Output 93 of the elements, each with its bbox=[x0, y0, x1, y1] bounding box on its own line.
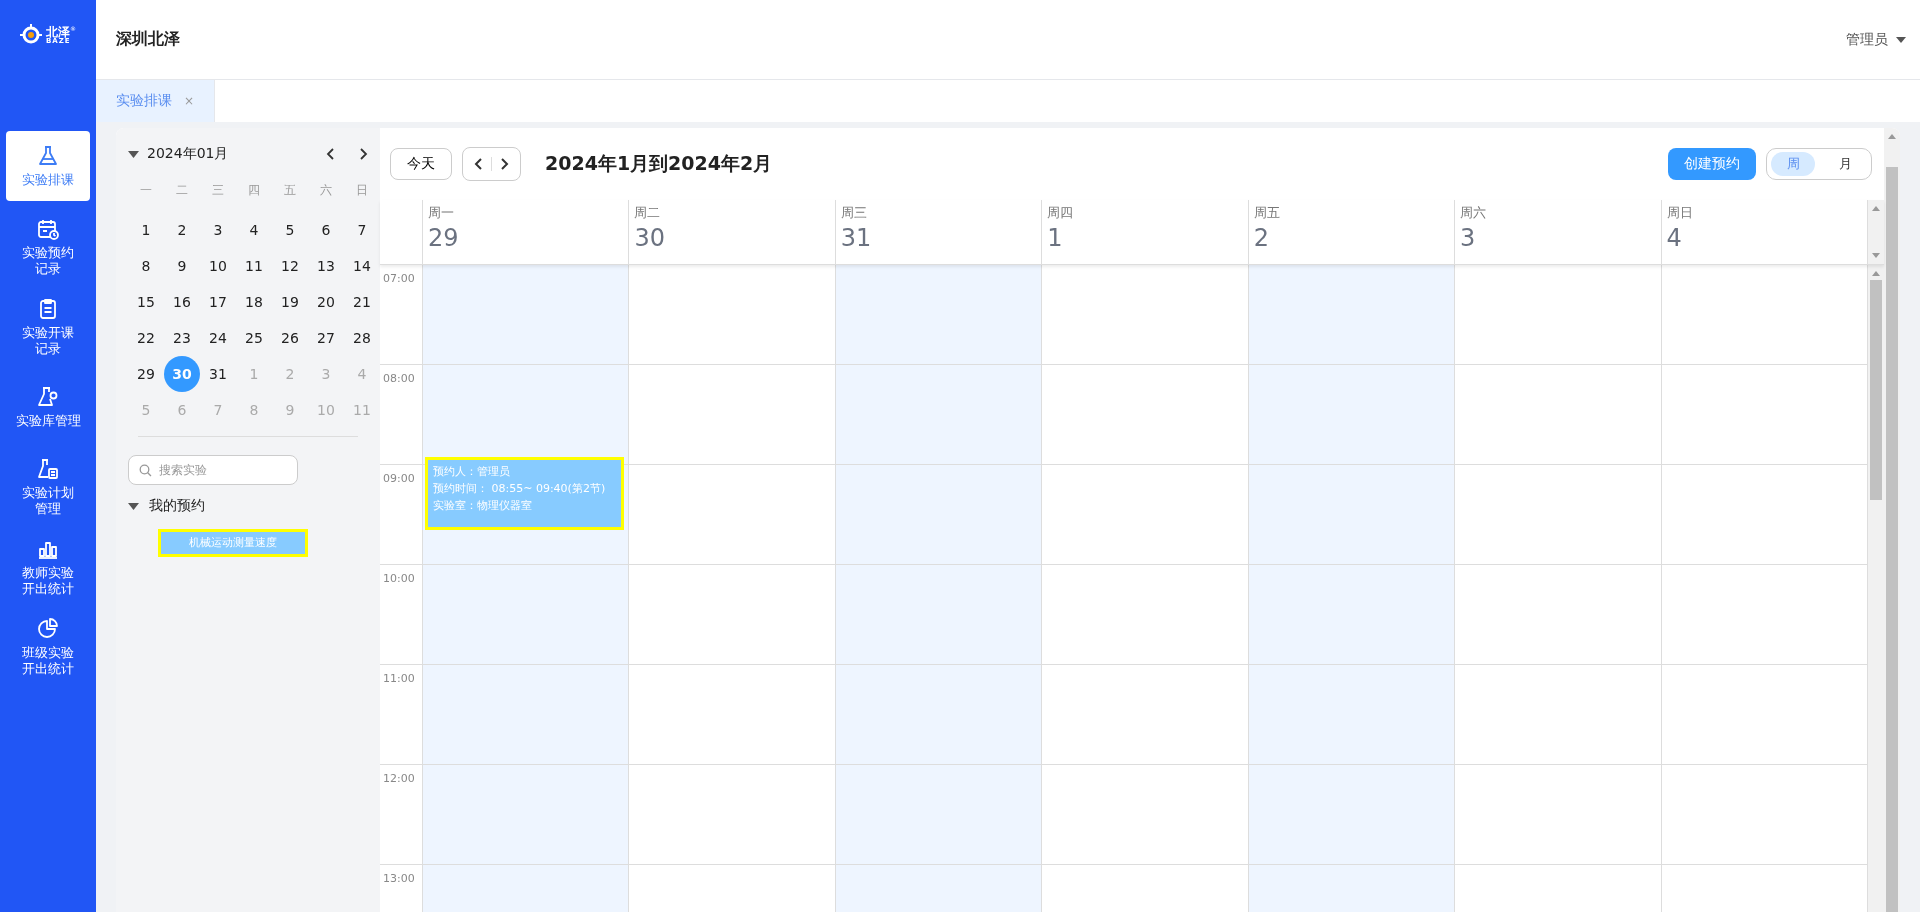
weekday-label: 周一 bbox=[428, 204, 455, 222]
day-number: 30 bbox=[634, 224, 666, 252]
sidebar-item[interactable]: 实验开课 记录 bbox=[6, 287, 90, 367]
calendar-day[interactable]: 1 bbox=[128, 212, 164, 248]
sidebar-item[interactable]: 教师实验 开出统计 bbox=[6, 527, 90, 607]
day-number: 3 bbox=[1460, 224, 1477, 252]
calendar-day[interactable]: 24 bbox=[200, 320, 236, 356]
calendar-day[interactable]: 17 bbox=[200, 284, 236, 320]
weekday-label: 周三 bbox=[840, 204, 868, 222]
time-label: 11:00 bbox=[383, 672, 415, 685]
week-nav-buttons[interactable] bbox=[462, 147, 521, 181]
flask-icon bbox=[36, 144, 60, 168]
user-menu[interactable]: 管理员 bbox=[1846, 30, 1906, 49]
collapse-icon[interactable] bbox=[128, 150, 139, 158]
next-month-button[interactable] bbox=[358, 147, 368, 161]
weekday-label: 周二 bbox=[634, 204, 662, 222]
calendar-day[interactable]: 6 bbox=[308, 212, 344, 248]
weekday-label: 周五 bbox=[1253, 204, 1281, 222]
search-icon bbox=[139, 464, 152, 477]
search-field[interactable]: 搜索实验 bbox=[128, 455, 298, 485]
previous-icon[interactable] bbox=[473, 156, 485, 172]
caret-icon bbox=[1896, 36, 1906, 43]
app-title: 深圳北泽 bbox=[116, 29, 180, 50]
previous-month-button[interactable] bbox=[326, 147, 336, 161]
event-text: 实验室：物理仪器室 bbox=[433, 498, 533, 513]
weekday-label: 三 bbox=[211, 182, 225, 199]
calendar-day[interactable]: 31 bbox=[200, 356, 236, 392]
calendar-day[interactable]: 9 bbox=[164, 248, 200, 284]
event-text: 预约时间： 08:55~ 09:40(第2节) bbox=[433, 481, 607, 496]
calendar-day[interactable]: 28 bbox=[344, 320, 380, 356]
calendar-day[interactable]: 12 bbox=[272, 248, 308, 284]
calendar-day[interactable]: 26 bbox=[272, 320, 308, 356]
calendar-day[interactable]: 15 bbox=[128, 284, 164, 320]
calendar-day[interactable]: 16 bbox=[164, 284, 200, 320]
flask-gear-icon bbox=[36, 385, 60, 409]
weekday-label: 周日 bbox=[1666, 204, 1694, 222]
calendar-day[interactable]: 27 bbox=[308, 320, 344, 356]
time-label: 13:00 bbox=[383, 872, 415, 885]
day-number: 2 bbox=[1253, 224, 1270, 252]
time-label: 07:00 bbox=[383, 272, 415, 285]
time-label: 12:00 bbox=[383, 772, 415, 785]
weekday-label: 周四 bbox=[1047, 204, 1075, 222]
calendar-day[interactable]: 7 bbox=[344, 212, 380, 248]
sidebar-item[interactable]: 实验计划 管理 bbox=[6, 447, 90, 527]
day-number: 1 bbox=[1047, 224, 1064, 252]
date-range-title: 2024年1月到2024年2月 bbox=[545, 151, 773, 176]
weekday-label: 四 bbox=[247, 182, 261, 199]
calendar-day[interactable]: 23 bbox=[164, 320, 200, 356]
day-number: 4 bbox=[1666, 224, 1683, 252]
calendar-day[interactable]: 14 bbox=[344, 248, 380, 284]
next-icon[interactable] bbox=[498, 156, 510, 172]
calendar-day[interactable]: 8 bbox=[128, 248, 164, 284]
collapse-icon[interactable] bbox=[128, 502, 139, 510]
calendar-day[interactable]: 19 bbox=[272, 284, 308, 320]
calendar-clock-icon bbox=[36, 217, 60, 241]
calendar-day[interactable]: 2 bbox=[164, 212, 200, 248]
logo-icon bbox=[20, 24, 42, 46]
month-label: 2024年01月 bbox=[147, 145, 229, 163]
weekday-label: 六 bbox=[319, 182, 333, 199]
calendar-day[interactable]: 4 bbox=[236, 212, 272, 248]
event-text: 预约人：管理员 bbox=[433, 464, 511, 479]
calendar-day[interactable]: 13 bbox=[308, 248, 344, 284]
calendar-day[interactable]: 10 bbox=[200, 248, 236, 284]
time-label: 08:00 bbox=[383, 372, 415, 385]
time-label: 09:00 bbox=[383, 472, 415, 485]
flask-document-icon bbox=[36, 457, 60, 481]
calendar-day[interactable]: 22 bbox=[128, 320, 164, 356]
calendar-day[interactable]: 3 bbox=[200, 212, 236, 248]
pie-chart-icon bbox=[36, 617, 60, 641]
calendar-day[interactable]: 11 bbox=[236, 248, 272, 284]
view-tab[interactable]: 月 bbox=[1823, 152, 1867, 176]
calendar-day[interactable]: 25 bbox=[236, 320, 272, 356]
weekday-label: 二 bbox=[175, 182, 189, 199]
section-title: 我的预约 bbox=[149, 497, 205, 515]
weekday-label: 周六 bbox=[1460, 204, 1488, 222]
day-number: 29 bbox=[428, 224, 460, 252]
today-button[interactable]: 今天 bbox=[390, 148, 452, 180]
sidebar-item[interactable]: 班级实验 开出统计 bbox=[6, 607, 90, 687]
calendar-day[interactable]: 21 bbox=[344, 284, 380, 320]
weekday-label: 日 bbox=[355, 182, 369, 199]
sidebar-item[interactable]: 实验库管理 bbox=[6, 367, 90, 447]
weekday-label: 五 bbox=[283, 182, 297, 199]
sidebar-item[interactable]: 实验排课 bbox=[6, 131, 90, 201]
sidebar-item[interactable]: 实验预约 记录 bbox=[6, 207, 90, 287]
weekday-label: 一 bbox=[139, 182, 153, 199]
page-scrollbar[interactable] bbox=[1884, 128, 1900, 912]
time-label: 10:00 bbox=[383, 572, 415, 585]
calendar-day[interactable]: 29 bbox=[128, 356, 164, 392]
calendar-day[interactable]: 18 bbox=[236, 284, 272, 320]
day-number: 31 bbox=[840, 224, 873, 252]
logo-text: 北泽 bbox=[46, 25, 70, 38]
calendar-day[interactable]: 5 bbox=[272, 212, 308, 248]
calendar-day[interactable]: 20 bbox=[308, 284, 344, 320]
